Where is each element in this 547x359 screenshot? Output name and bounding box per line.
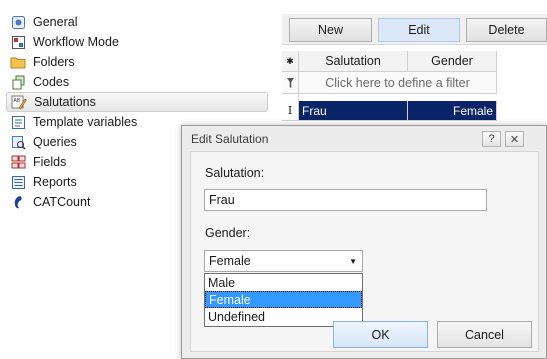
nav-item-general[interactable]: General xyxy=(6,12,268,32)
nav-item-label: General xyxy=(33,15,78,29)
nav-item-label: Workflow Mode xyxy=(33,35,119,49)
delete-button[interactable]: Delete xyxy=(466,18,547,42)
ok-button[interactable]: OK xyxy=(333,321,428,348)
catcount-icon xyxy=(10,194,26,210)
edit-button-label: Edit xyxy=(408,23,430,37)
gender-dropdown: Male Female Undefined xyxy=(204,273,363,327)
gender-select[interactable]: Female ▼ xyxy=(204,250,363,272)
cell-gender[interactable]: Female xyxy=(408,101,497,121)
edit-button[interactable]: Edit xyxy=(378,18,460,42)
gender-selected-value: Female xyxy=(209,254,251,268)
chevron-down-icon[interactable]: ▼ xyxy=(349,257,357,266)
dialog-body: Salutation: Frau Gender: Female ▼ Male F… xyxy=(190,151,539,352)
help-icon: ? xyxy=(488,133,495,145)
folder-icon xyxy=(10,54,26,70)
gender-option-male[interactable]: Male xyxy=(205,274,362,291)
close-icon: ✕ xyxy=(509,133,520,146)
grid-header-marker: ✱ xyxy=(282,51,299,72)
filter-icon xyxy=(282,72,299,94)
edit-salutation-dialog: Edit Salutation ? ✕ Salutation: Frau Gen… xyxy=(181,125,547,359)
nav-item-label: Template variables xyxy=(33,115,138,129)
column-header-gender[interactable]: Gender xyxy=(408,51,497,72)
nav-item-codes[interactable]: Codes xyxy=(6,72,268,92)
template-variables-icon xyxy=(10,114,26,130)
codes-icon xyxy=(10,74,26,90)
workflow-mode-icon xyxy=(10,34,26,50)
salutations-grid: ✱ Salutation Gender Click here to define… xyxy=(282,51,547,131)
salutation-value: Frau xyxy=(209,193,235,207)
new-button[interactable]: New xyxy=(289,18,372,42)
cancel-button[interactable]: Cancel xyxy=(437,321,532,348)
reports-icon xyxy=(10,174,26,190)
new-button-label: New xyxy=(317,23,343,37)
delete-button-label: Delete xyxy=(488,23,525,37)
row-indicator: I xyxy=(282,101,299,121)
salutations-icon: AB xyxy=(11,94,27,110)
nav-item-workflow-mode[interactable]: Workflow Mode xyxy=(6,32,268,52)
nav-item-label: Fields xyxy=(33,155,67,169)
nav-item-folders[interactable]: Folders xyxy=(6,52,268,72)
nav-item-label: Reports xyxy=(33,175,77,189)
nav-item-label: Queries xyxy=(33,135,77,149)
column-header-salutation[interactable]: Salutation xyxy=(299,51,408,72)
close-button[interactable]: ✕ xyxy=(505,131,524,147)
general-icon xyxy=(10,14,26,30)
nav-item-label: CATCount xyxy=(33,195,91,209)
help-button[interactable]: ? xyxy=(482,131,501,147)
svg-text:AB: AB xyxy=(14,98,21,104)
fields-icon xyxy=(10,154,26,170)
nav-item-label: Folders xyxy=(33,55,75,69)
nav-item-label: Salutations xyxy=(34,95,96,109)
salutation-label: Salutation: xyxy=(205,166,265,180)
nav-item-salutations[interactable]: AB Salutations xyxy=(6,92,268,112)
filter-row[interactable]: Click here to define a filter xyxy=(299,72,497,94)
gender-option-female[interactable]: Female xyxy=(205,291,362,308)
queries-icon xyxy=(10,134,26,150)
nav-item-label: Codes xyxy=(33,75,70,89)
toolbar: New Edit Delete xyxy=(282,14,547,45)
salutation-input[interactable]: Frau xyxy=(204,189,487,211)
cell-salutation[interactable]: Frau xyxy=(299,101,408,121)
cancel-button-label: Cancel xyxy=(465,327,504,342)
gender-label: Gender: xyxy=(205,226,251,240)
ok-button-label: OK xyxy=(371,327,390,342)
